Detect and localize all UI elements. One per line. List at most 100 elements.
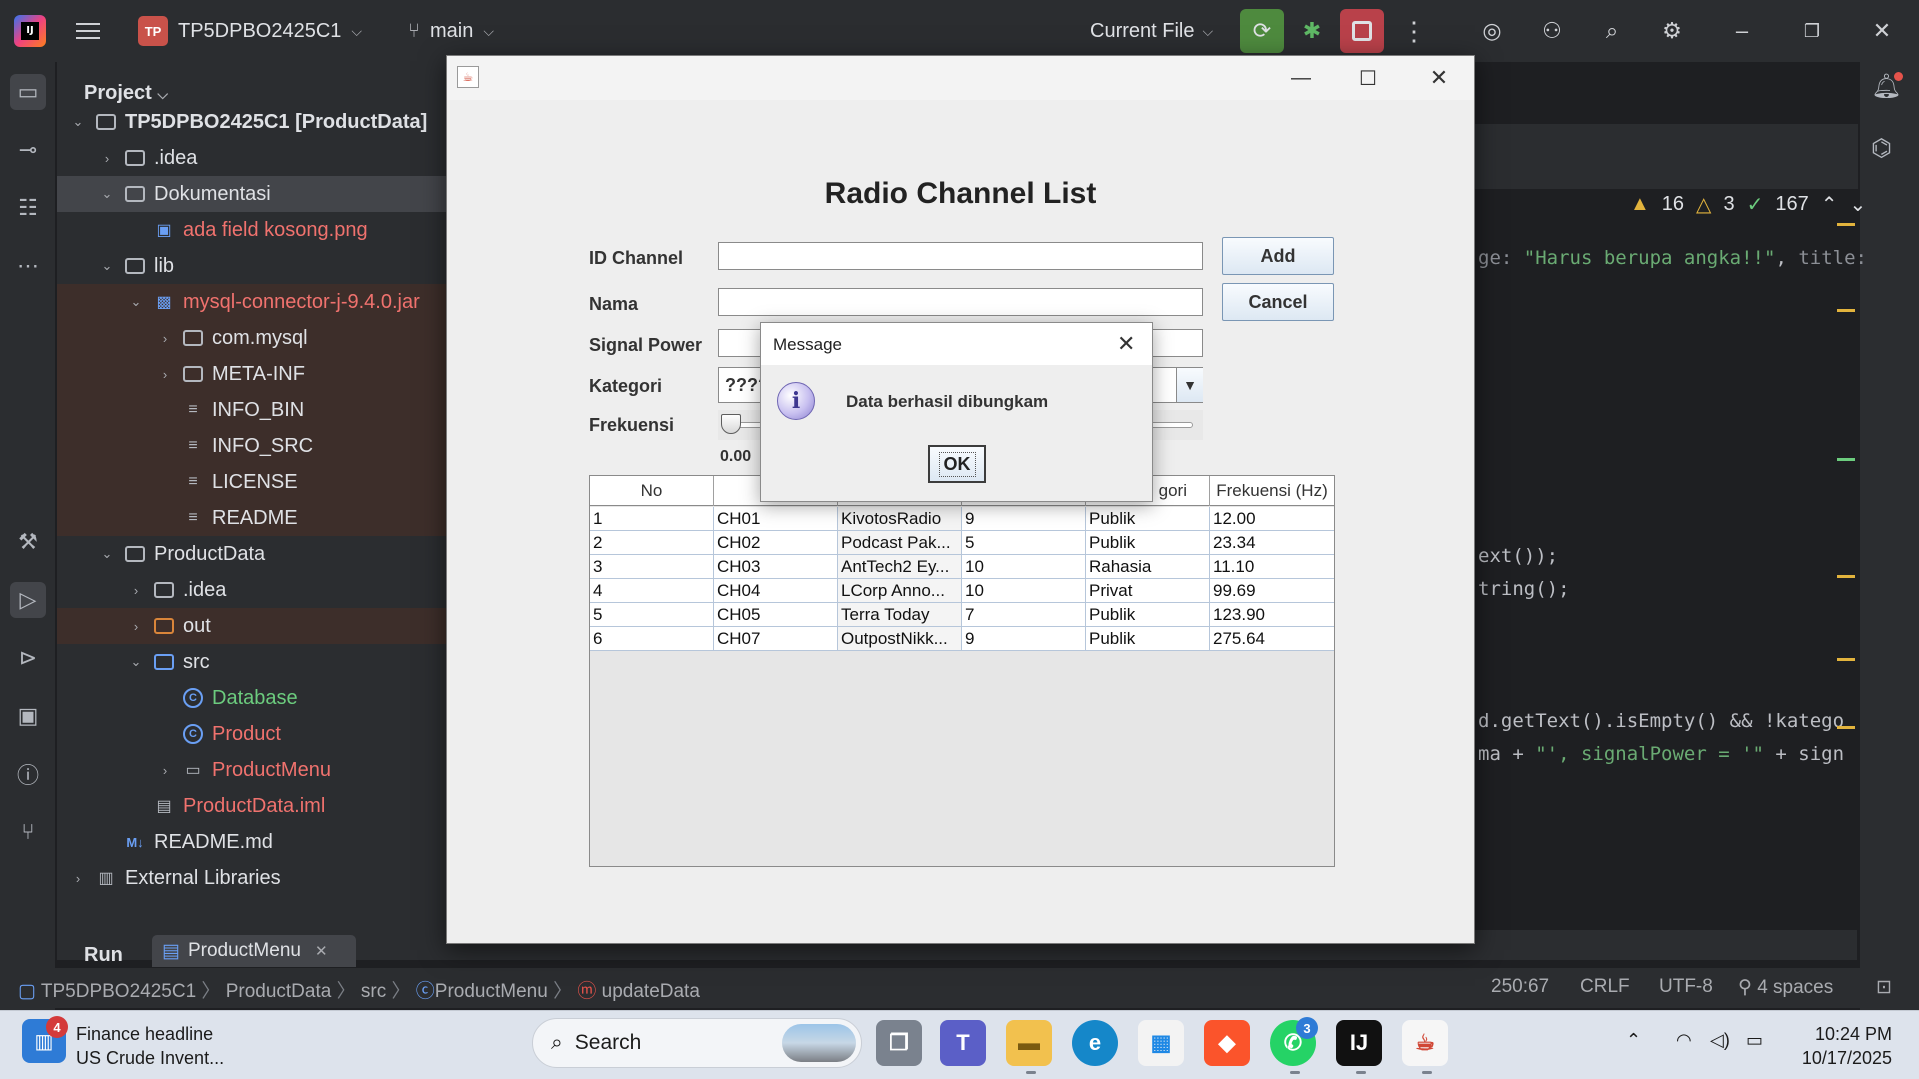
table-cell[interactable]: 9 (962, 627, 1086, 651)
table-cell[interactable]: CH04 (714, 579, 838, 603)
table-cell[interactable]: Rahasia (1086, 555, 1210, 579)
run-tool-title[interactable]: Run (84, 944, 123, 967)
close-icon[interactable]: ✕ (1860, 9, 1904, 53)
add-user-icon[interactable]: ⚇ (1530, 9, 1574, 53)
ok-button[interactable]: OK (928, 445, 986, 483)
chevron-down-icon[interactable]: ⌄ (98, 258, 116, 274)
edge-browser-icon[interactable]: e (1072, 1020, 1118, 1066)
tree-item[interactable]: › ▥ External Libraries (57, 860, 447, 896)
tree-item[interactable]: › com.mysql (57, 320, 447, 356)
table-cell[interactable]: Publik (1086, 627, 1210, 651)
tree-item[interactable]: C Product (57, 716, 447, 752)
add-button[interactable]: Add (1222, 237, 1334, 275)
structure-icon[interactable]: ☷ (10, 190, 46, 226)
breadcrumb-method[interactable]: updateData (602, 981, 700, 1002)
stop-button[interactable] (1340, 9, 1384, 53)
chevron-right-icon[interactable]: › (156, 331, 174, 346)
ai-assistant-icon[interactable]: ◎ (1470, 9, 1514, 53)
table-cell[interactable]: CH05 (714, 603, 838, 627)
slider-thumb[interactable] (721, 414, 741, 434)
tree-item[interactable]: M↓ README.md (57, 824, 447, 860)
table-row[interactable]: 3 CH03 AntTech2 Ey... 10 Rahasia 11.10 (590, 555, 1334, 579)
more-tools-icon[interactable]: ⋯ (10, 248, 46, 284)
run-config-selector[interactable]: Current File ⌵ (1090, 16, 1213, 46)
run-tool-icon[interactable]: ▷ (10, 582, 46, 618)
run-tab-productmenu[interactable]: ▤ ProductMenu ✕ (152, 935, 356, 967)
table-cell[interactable]: CH01 (714, 507, 838, 531)
rerun-button[interactable]: ⟳ (1240, 9, 1284, 53)
chevron-down-icon[interactable]: ⌄ (98, 186, 116, 202)
build-hammer-icon[interactable]: ⚒ (10, 524, 46, 560)
tree-item[interactable]: C Database (57, 680, 447, 716)
file-explorer-icon[interactable]: ▬ (1006, 1020, 1052, 1066)
table-cell[interactable]: LCorp Anno... (838, 579, 962, 603)
line-separator[interactable]: CRLF (1580, 976, 1630, 998)
table-cell[interactable]: Podcast Pak... (838, 531, 962, 555)
table-cell[interactable]: Terra Today (838, 603, 962, 627)
tree-item[interactable]: ⌄ ▩ mysql-connector-j-9.4.0.jar (57, 284, 447, 320)
table-row[interactable]: 2 CH02 Podcast Pak... 5 Publik 23.34 (590, 531, 1334, 555)
chevron-up-icon[interactable]: ⌃ (1821, 192, 1838, 217)
close-icon[interactable]: ✕ (315, 942, 328, 960)
chevron-right-icon[interactable]: › (156, 367, 174, 382)
table-row[interactable]: 5 CH05 Terra Today 7 Publik 123.90 (590, 603, 1334, 627)
code-line[interactable]: tring(); (1478, 578, 1570, 600)
intellij-taskbar-icon[interactable]: IJ (1336, 1020, 1382, 1066)
search-icon[interactable]: ⌕ (1590, 9, 1634, 53)
tree-item[interactable]: ▤ ProductData.iml (57, 788, 447, 824)
project-tool-icon[interactable]: ▭ (10, 74, 46, 110)
teams-icon[interactable]: T (940, 1020, 986, 1066)
more-actions-icon[interactable]: ⋮ (1392, 9, 1436, 53)
tree-item[interactable]: › .idea (57, 140, 447, 176)
code-line[interactable]: ext()); (1478, 545, 1558, 567)
table-cell[interactable]: OutpostNikk... (838, 627, 962, 651)
table-cell[interactable]: Privat (1086, 579, 1210, 603)
table-cell[interactable]: 12.00 (1210, 507, 1334, 531)
tree-item[interactable]: ⌄ TP5DPBO2425C1 [ProductData] (57, 104, 447, 140)
table-cell[interactable]: AntTech2 Ey... (838, 555, 962, 579)
main-menu-icon[interactable] (74, 17, 102, 45)
breadcrumb-module[interactable]: ProductData (226, 981, 332, 1002)
chevron-right-icon[interactable]: › (98, 151, 116, 166)
table-cell[interactable]: 10 (962, 555, 1086, 579)
table-cell[interactable]: 1 (590, 507, 714, 531)
chevron-right-icon[interactable]: › (156, 763, 174, 778)
column-header[interactable]: Frekuensi (Hz) (1210, 476, 1334, 506)
chevron-down-icon[interactable]: ▼ (1176, 368, 1203, 402)
tree-item[interactable]: ≡ README (57, 500, 447, 536)
cancel-button[interactable]: Cancel (1222, 283, 1334, 321)
tree-item[interactable]: ⌄ src (57, 644, 447, 680)
table-cell[interactable]: 7 (962, 603, 1086, 627)
tree-item[interactable]: ⌄ lib (57, 248, 447, 284)
tree-item[interactable]: › out (57, 608, 447, 644)
tree-item[interactable]: › .idea (57, 572, 447, 608)
java-app-icon[interactable]: ☕︎ (1402, 1020, 1448, 1066)
tree-item[interactable]: ▣ ada field kosong.png (57, 212, 447, 248)
branch-switcher[interactable]: ⑂ main ⌵ (408, 16, 494, 46)
tree-item[interactable]: ⌄ ProductData (57, 536, 447, 572)
debug-icon[interactable]: ✱ (1290, 9, 1334, 53)
table-cell[interactable]: 10 (962, 579, 1086, 603)
chevron-right-icon[interactable]: › (127, 619, 145, 634)
minimize-icon[interactable]: — (1281, 64, 1321, 92)
code-line[interactable]: ge: "Harus berupa angka!!", title: (1478, 247, 1867, 269)
table-cell[interactable]: 99.69 (1210, 579, 1334, 603)
chevron-down-icon[interactable]: ⌄ (1849, 192, 1866, 217)
chevron-up-icon[interactable]: ⌃ (1626, 1030, 1641, 1051)
table-row[interactable]: 4 CH04 LCorp Anno... 10 Privat 99.69 (590, 579, 1334, 603)
file-encoding[interactable]: UTF-8 (1659, 976, 1713, 998)
intellij-logo-icon[interactable]: IJ (14, 15, 46, 47)
indent-setting[interactable]: ⚲ 4 spaces (1738, 976, 1833, 999)
project-switcher[interactable]: TP TP5DPBO2425C1 ⌵ (138, 16, 362, 46)
chevron-right-icon[interactable]: › (69, 871, 87, 886)
ai-chat-icon[interactable]: ⌬ (1871, 134, 1892, 163)
tree-item[interactable]: ⌄ Dokumentasi (57, 176, 447, 212)
task-view-icon[interactable]: ❐ (876, 1020, 922, 1066)
table-cell[interactable]: 6 (590, 627, 714, 651)
table-cell[interactable]: 23.34 (1210, 531, 1334, 555)
table-cell[interactable]: 2 (590, 531, 714, 555)
notifications-bell-icon[interactable]: 🔔︎ (1871, 72, 1904, 101)
volume-icon[interactable]: ◁) (1710, 1030, 1730, 1051)
table-cell[interactable]: KivotosRadio (838, 507, 962, 531)
table-cell[interactable]: 3 (590, 555, 714, 579)
